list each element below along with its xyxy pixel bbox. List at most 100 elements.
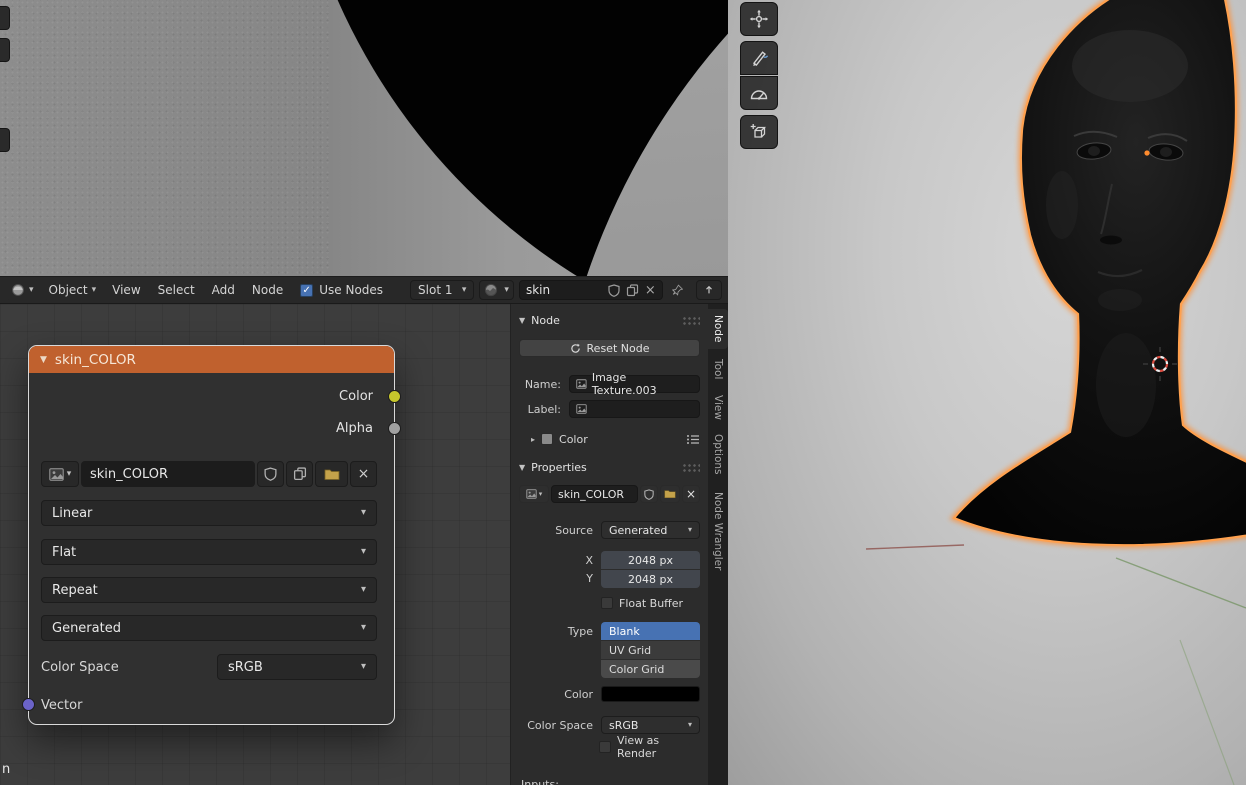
duplicate-button[interactable] xyxy=(286,461,313,487)
overlay-letter: n xyxy=(2,762,10,777)
node-image-datablock-row: ▾ skin_COLOR × xyxy=(41,461,377,487)
output-alpha-socket[interactable] xyxy=(388,422,401,435)
extension-dropdown[interactable]: Repeat ▾ xyxy=(41,577,377,603)
chevron-down-icon: ▾ xyxy=(92,286,97,295)
node-panel-header[interactable]: ▼ Node xyxy=(511,310,708,330)
tab-node[interactable]: Node xyxy=(708,309,728,349)
image-name-value: skin_COLOR xyxy=(90,467,168,482)
color-output-swatch[interactable] xyxy=(541,433,553,445)
tab-options[interactable]: Options xyxy=(708,428,728,480)
output-color-socket[interactable] xyxy=(388,390,401,403)
node-name-field[interactable]: Image Texture.003 xyxy=(569,375,700,393)
chevron-down-icon: ▾ xyxy=(688,721,692,729)
image-name-field[interactable]: skin_COLOR xyxy=(551,485,638,503)
tab-node-wrangler[interactable]: Node Wrangler xyxy=(708,483,728,579)
shader-editor-icon xyxy=(11,283,25,297)
node-input-row: Vector xyxy=(41,692,377,718)
image-icon xyxy=(49,468,64,481)
size-x-value: 2048 px xyxy=(628,554,673,567)
shader-mode-dropdown[interactable]: Object ▾ xyxy=(44,280,102,300)
source-dropdown[interactable]: Generated ▾ xyxy=(41,615,377,641)
image-browse-button[interactable]: ▾ xyxy=(41,461,79,487)
color-space-dropdown[interactable]: sRGB ▾ xyxy=(217,654,377,680)
fake-user-button[interactable] xyxy=(257,461,284,487)
expand-icon[interactable]: ▸ xyxy=(531,435,535,444)
duplicate-icon[interactable] xyxy=(626,284,639,297)
source-dropdown[interactable]: Generated ▾ xyxy=(601,521,700,539)
type-option-color-grid[interactable]: Color Grid xyxy=(601,660,700,678)
parent-tree-button[interactable] xyxy=(696,280,722,300)
tab-tool[interactable]: Tool xyxy=(708,352,728,386)
properties-panel-header[interactable]: ▼ Properties xyxy=(511,457,708,477)
edge-tool-button[interactable] xyxy=(0,128,10,152)
gizmo-navigate-button[interactable] xyxy=(740,2,778,36)
interpolation-dropdown[interactable]: Linear ▾ xyxy=(41,500,377,526)
iris-right xyxy=(1160,147,1172,157)
size-x-field[interactable]: 2048 px xyxy=(601,551,700,569)
menu-node[interactable]: Node xyxy=(246,283,289,297)
slot-label: Slot 1 xyxy=(418,283,452,297)
slot-dropdown[interactable]: Slot 1 ▾ xyxy=(410,280,474,300)
view-as-render-checkbox[interactable] xyxy=(599,741,611,753)
size-y-field[interactable]: 2048 px xyxy=(601,570,700,588)
cheek-sheen xyxy=(1046,171,1078,239)
menu-add[interactable]: Add xyxy=(206,283,241,297)
transform-gizmo-icon xyxy=(749,9,769,29)
folder-icon xyxy=(664,489,676,499)
color-output-label: Color xyxy=(559,433,588,446)
n-panel-sidebar: ▼ Node Reset Node Name: Image Texture.00… xyxy=(510,304,708,785)
editor-type-button[interactable]: ▾ xyxy=(6,280,39,300)
projection-dropdown[interactable]: Flat ▾ xyxy=(41,539,377,565)
type-option-blank[interactable]: Blank xyxy=(601,622,700,640)
use-nodes-checkbox[interactable]: ✓ xyxy=(300,284,313,297)
float-buffer-checkbox[interactable] xyxy=(601,597,613,609)
node-collapse-icon[interactable]: ▼ xyxy=(40,355,47,365)
chevron-down-icon: ▾ xyxy=(361,547,366,557)
fake-user-button[interactable] xyxy=(640,485,658,503)
unlink-close-icon[interactable]: × xyxy=(645,283,656,298)
open-file-button[interactable] xyxy=(660,485,680,503)
unlink-button[interactable]: × xyxy=(350,461,377,487)
axis-y-line xyxy=(1116,558,1246,608)
type-option-uv-grid[interactable]: UV Grid xyxy=(601,641,700,659)
list-icon[interactable] xyxy=(686,434,700,445)
folder-icon xyxy=(324,468,340,481)
type-label: Type xyxy=(519,622,601,638)
shield-icon xyxy=(264,467,277,481)
image-browse-button[interactable]: ▾ xyxy=(519,485,549,503)
color-space-dropdown[interactable]: sRGB ▾ xyxy=(601,716,700,734)
edge-tool-button[interactable] xyxy=(0,6,10,30)
tab-view[interactable]: View xyxy=(708,389,728,425)
menu-view[interactable]: View xyxy=(106,283,146,297)
pin-icon[interactable] xyxy=(672,283,683,297)
reset-node-button[interactable]: Reset Node xyxy=(519,339,700,357)
color-swatch[interactable] xyxy=(601,686,700,702)
node-header[interactable]: ▼ skin_COLOR xyxy=(29,346,394,373)
reset-node-label: Reset Node xyxy=(587,342,650,355)
image-name-field[interactable]: skin_COLOR xyxy=(81,461,255,487)
close-icon: × xyxy=(358,466,370,482)
input-vector-socket[interactable] xyxy=(22,698,35,711)
image-browse-button[interactable]: ▾ xyxy=(479,280,514,300)
unlink-button[interactable]: × xyxy=(682,485,700,503)
panel-grip-icon[interactable] xyxy=(682,316,700,325)
menu-select[interactable]: Select xyxy=(152,283,201,297)
chevron-down-icon: ▾ xyxy=(539,491,543,498)
x-label: X xyxy=(519,554,593,567)
image-texture-node[interactable]: ▼ skin_COLOR Color Alpha ▾ skin_COLOR xyxy=(28,345,395,725)
open-file-button[interactable] xyxy=(315,461,348,487)
add-cube-button[interactable] xyxy=(740,115,778,149)
panel-grip-icon[interactable] xyxy=(682,463,700,472)
type-option-label: Color Grid xyxy=(609,663,664,676)
chevron-down-icon: ▾ xyxy=(504,286,509,295)
fake-user-shield-icon[interactable] xyxy=(608,284,620,297)
measure-tool-button[interactable] xyxy=(740,76,778,110)
texture-node-icon xyxy=(576,379,587,389)
viewport-3d[interactable] xyxy=(728,0,1246,785)
image-name-field[interactable]: skin × xyxy=(519,280,663,300)
viewport-scene xyxy=(728,0,1246,785)
edge-tool-button[interactable] xyxy=(0,38,10,62)
node-label-field[interactable] xyxy=(569,400,700,418)
use-nodes-toggle[interactable]: ✓ Use Nodes xyxy=(300,283,383,297)
annotate-tool-button[interactable] xyxy=(740,41,778,75)
